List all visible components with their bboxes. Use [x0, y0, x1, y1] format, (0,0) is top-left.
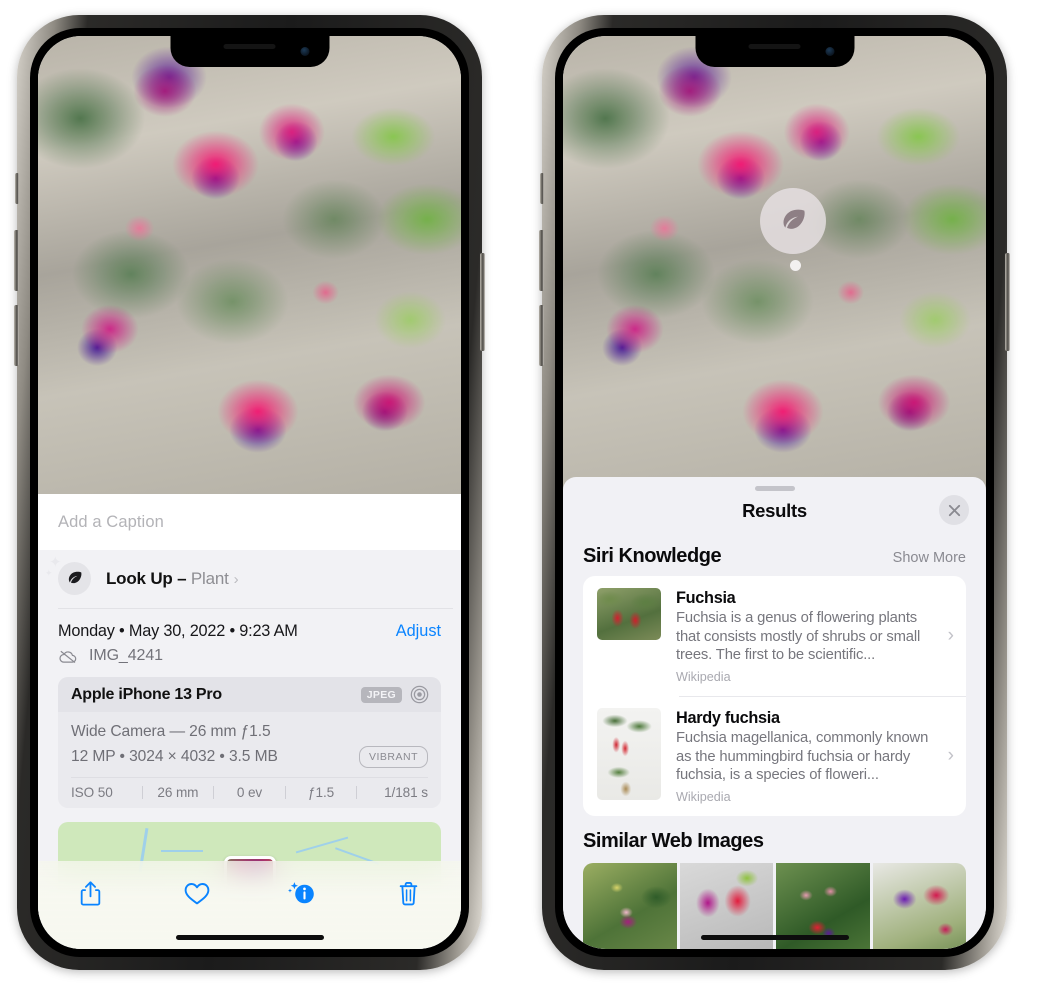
siri-knowledge-card: Fuchsia Fuchsia is a genus of flowering … — [583, 576, 966, 816]
home-indicator[interactable] — [700, 935, 849, 940]
show-more-button[interactable]: Show More — [893, 550, 966, 566]
mute-switch[interactable] — [540, 173, 544, 204]
iphone-right-device: Results Siri Knowledge Show More Fuchsia… — [539, 15, 1010, 970]
result-thumbnail — [597, 588, 661, 640]
close-icon — [948, 504, 960, 516]
photo-specs: 12 MP • 3024 × 4032 • 3.5 MB — [71, 747, 278, 765]
result-description: Fuchsia magellanica, commonly known as t… — [676, 729, 929, 784]
exif-focal: 26 mm — [157, 785, 199, 801]
chevron-right-icon: › — [233, 570, 239, 588]
mute-switch[interactable] — [15, 173, 19, 204]
photo-date: Monday • May 30, 2022 • 9:23 AM — [58, 622, 298, 640]
heart-icon — [184, 882, 209, 904]
exif-iso: ISO 50 — [71, 785, 113, 801]
display-notch — [170, 36, 329, 67]
specs-row: 12 MP • 3024 × 4032 • 3.5 MB VIBRANT — [71, 745, 428, 770]
volume-up-button[interactable] — [539, 230, 544, 291]
web-image-thumbnail[interactable] — [583, 862, 677, 949]
photographic-style-badge: VIBRANT — [358, 745, 428, 769]
caption-placeholder: Add a Caption — [58, 512, 164, 531]
iphone-left-device: Add a Caption ✦ ✦ Look Up – Plant › Mond… — [14, 15, 485, 970]
trash-icon — [399, 881, 417, 905]
lens-info: Wide Camera — 26 mm ƒ1.5 — [71, 723, 271, 740]
exif-shutter: 1/181 s — [384, 785, 428, 801]
earpiece-speaker — [223, 44, 276, 49]
look-up-row[interactable]: ✦ ✦ Look Up – Plant › — [38, 550, 461, 609]
screenshot-stage: Add a Caption ✦ ✦ Look Up – Plant › Mond… — [0, 0, 1055, 985]
device-bezel: Results Siri Knowledge Show More Fuchsia… — [555, 28, 994, 957]
result-source: Wikipedia — [676, 789, 731, 804]
volume-up-button[interactable] — [14, 230, 19, 291]
volume-down-button[interactable] — [539, 305, 544, 366]
camera-badges: JPEG — [360, 685, 429, 704]
photos-detail-screen: Add a Caption ✦ ✦ Look Up – Plant › Mond… — [38, 36, 461, 949]
earpiece-speaker — [748, 44, 801, 49]
marker-anchor-dot — [790, 260, 801, 271]
leaf-icon[interactable] — [760, 188, 826, 254]
date-row: Monday • May 30, 2022 • 9:23 AM Adjust — [38, 609, 461, 642]
page-title: Results — [742, 500, 807, 521]
favorite-button[interactable] — [174, 874, 220, 912]
web-image-thumbnail[interactable] — [872, 862, 966, 949]
sparkle-icon-small: ✦ — [45, 568, 53, 578]
visual-lookup-results-screen: Results Siri Knowledge Show More Fuchsia… — [563, 36, 986, 949]
leaf-icon: ✦ ✦ — [45, 555, 91, 595]
share-icon — [81, 880, 101, 906]
hdr-target-icon — [410, 685, 429, 704]
result-source: Wikipedia — [676, 669, 731, 684]
exif-row: ISO 50 26 mm 0 ev ƒ1.5 1/181 s — [58, 778, 441, 808]
exif-aperture: ƒ1.5 — [308, 785, 335, 801]
front-camera-icon — [825, 47, 834, 56]
cloud-slash-icon — [59, 650, 77, 663]
look-up-label: Look Up – Plant › — [106, 568, 239, 589]
exif-ev: 0 ev — [236, 785, 263, 801]
photo-image[interactable] — [38, 36, 461, 494]
volume-down-button[interactable] — [14, 305, 19, 366]
section-title: Siri Knowledge — [583, 545, 722, 567]
chevron-right-icon: › — [947, 624, 954, 646]
camera-info-card[interactable]: Apple iPhone 13 Pro JPEG Wide Camera — 2… — [58, 677, 441, 809]
result-title: Hardy fuchsia — [676, 708, 780, 727]
camera-card-header: Apple iPhone 13 Pro JPEG — [58, 677, 441, 712]
photo-image[interactable] — [563, 36, 986, 494]
camera-card-body: Wide Camera — 26 mm ƒ1.5 12 MP • 3024 × … — [58, 712, 441, 779]
info-button[interactable] — [279, 874, 325, 912]
section-title: Similar Web Images — [583, 829, 764, 852]
share-button[interactable] — [68, 874, 114, 912]
display-notch — [695, 36, 854, 67]
info-sparkle-icon — [288, 882, 315, 904]
result-thumbnail — [597, 707, 661, 800]
side-power-button[interactable] — [480, 253, 485, 351]
home-indicator[interactable] — [175, 935, 324, 940]
photo-info-sheet: Add a Caption ✦ ✦ Look Up – Plant › Mond… — [38, 494, 461, 949]
similar-web-images-header: Similar Web Images — [563, 816, 986, 861]
result-description: Fuchsia is a genus of flowering plants t… — [676, 610, 921, 664]
result-title: Fuchsia — [676, 589, 736, 607]
side-power-button[interactable] — [1005, 253, 1010, 351]
look-up-title: Look Up – — [106, 568, 191, 588]
device-bezel: Add a Caption ✦ ✦ Look Up – Plant › Mond… — [30, 28, 469, 957]
siri-knowledge-header: Siri Knowledge Show More — [563, 531, 986, 576]
front-camera-icon — [300, 47, 309, 56]
adjust-button[interactable]: Adjust — [396, 622, 441, 641]
look-up-kind: Plant — [190, 568, 229, 588]
results-header: Results — [563, 491, 986, 531]
caption-input[interactable]: Add a Caption — [38, 494, 461, 550]
file-row: IMG_4241 — [38, 642, 461, 677]
delete-button[interactable] — [385, 874, 431, 912]
result-body: Hardy fuchsia Fuchsia magellanica, commo… — [676, 708, 940, 804]
chevron-right-icon: › — [947, 744, 954, 766]
result-body: Fuchsia Fuchsia is a genus of flowering … — [676, 588, 940, 684]
list-item[interactable]: Hardy fuchsia Fuchsia magellanica, commo… — [583, 695, 966, 816]
file-name: IMG_4241 — [89, 647, 163, 664]
list-item[interactable]: Fuchsia Fuchsia is a genus of flowering … — [583, 576, 966, 696]
close-button[interactable] — [939, 495, 969, 525]
results-sheet: Results Siri Knowledge Show More Fuchsia… — [563, 477, 986, 949]
camera-device-name: Apple iPhone 13 Pro — [71, 685, 222, 703]
format-badge: JPEG — [360, 686, 402, 703]
